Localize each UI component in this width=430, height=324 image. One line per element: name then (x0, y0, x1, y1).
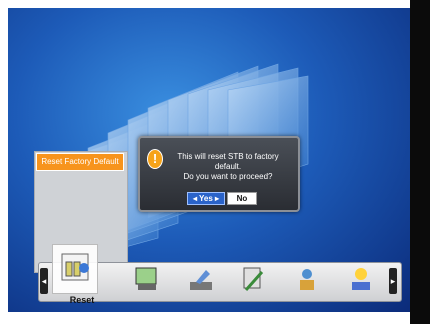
user-icon[interactable] (292, 264, 322, 294)
dialog-message-line2: Do you want to proceed? (183, 172, 273, 181)
tooltip-title: Reset Factory Default (36, 153, 124, 171)
tools-icon[interactable] (238, 264, 268, 294)
chevron-right-icon: ▸ (390, 276, 396, 286)
warning-icon: ! (147, 149, 163, 169)
tv-bezel (410, 0, 430, 324)
chevron-left-icon: ◂ (41, 276, 47, 286)
no-button[interactable]: No (227, 192, 257, 205)
upgrade-icon[interactable] (346, 264, 376, 294)
network-icon[interactable] (132, 264, 162, 294)
scroll-right-button[interactable]: ▸ (389, 268, 397, 294)
reset-icon[interactable] (58, 250, 94, 286)
satellite-icon[interactable] (186, 264, 216, 294)
dialog-message-line1: This will reset STB to factory default. (177, 152, 279, 171)
menu-item-label: Reset (69, 295, 95, 305)
yes-button[interactable]: ◂ Yes ▸ (187, 192, 225, 205)
dialog-message: This will reset STB to factory default. … (164, 152, 292, 182)
scroll-left-button[interactable]: ◂ (40, 268, 48, 294)
